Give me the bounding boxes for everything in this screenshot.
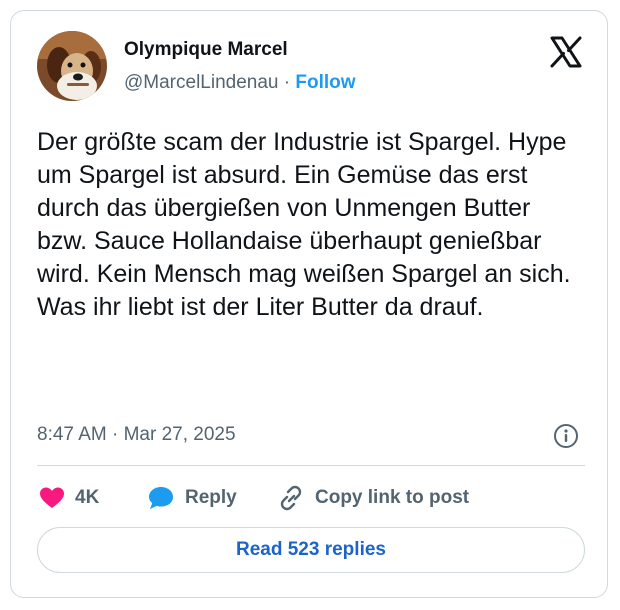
info-icon[interactable] (553, 423, 579, 449)
author-display-name[interactable]: Olympique Marcel (124, 39, 288, 61)
author-handle-row: @MarcelLindenau · Follow (124, 72, 356, 94)
follow-button[interactable]: Follow (295, 72, 355, 93)
read-replies-label: Read 523 replies (236, 539, 386, 560)
link-icon (280, 485, 302, 511)
read-replies-button[interactable]: Read 523 replies (37, 527, 585, 573)
reply-button[interactable]: Reply (147, 483, 237, 513)
tweet-card: Olympique Marcel @MarcelLindenau · Follo… (10, 10, 608, 598)
like-button[interactable]: 4K (39, 483, 99, 513)
reply-label: Reply (185, 487, 237, 508)
separator: · (283, 72, 291, 93)
divider (37, 465, 585, 466)
tweet-text: Der größte scam der Industrie ist Sparge… (37, 128, 571, 321)
copy-link-button[interactable]: Copy link to post (277, 483, 469, 513)
likes-count: 4K (75, 487, 100, 508)
heart-icon (40, 487, 64, 508)
speech-bubble-icon (149, 487, 173, 509)
author-handle[interactable]: @MarcelLindenau (124, 72, 279, 93)
avatar[interactable] (37, 31, 107, 101)
avatar-image (37, 31, 107, 101)
copy-link-label: Copy link to post (315, 487, 470, 508)
x-logo-icon[interactable] (549, 35, 583, 69)
tweet-timestamp[interactable]: 8:47 AM · Mar 27, 2025 (37, 424, 236, 446)
